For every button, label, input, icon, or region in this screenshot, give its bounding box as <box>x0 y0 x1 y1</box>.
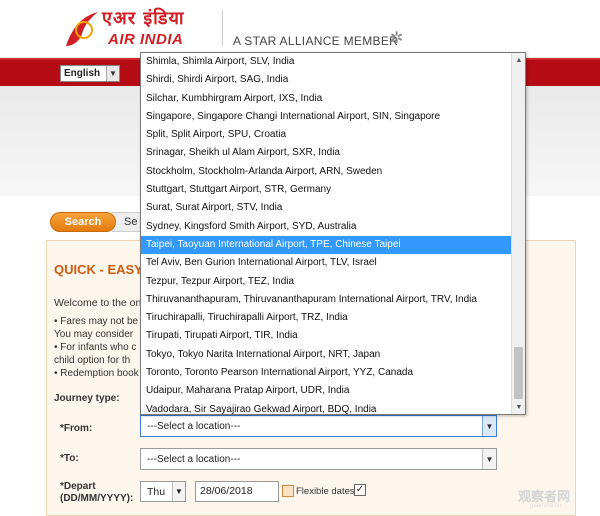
chevron-down-icon[interactable]: ▼ <box>106 66 119 81</box>
chevron-down-icon[interactable]: ▼ <box>482 416 496 436</box>
from-value: ---Select a location--- <box>147 420 241 432</box>
location-dropdown-list[interactable]: Shimla, Shimla Airport, SLV, India Shirdi… <box>140 52 526 415</box>
dropdown-option[interactable]: Tezpur, Tezpur Airport, TEZ, India <box>141 273 511 291</box>
from-label: *From: <box>60 423 93 434</box>
dropdown-option[interactable]: Toronto, Toronto Pearson International A… <box>141 364 511 382</box>
flexible-dates-label: Flexible dates: <box>296 486 358 497</box>
logo-text: AIR INDIA <box>108 31 184 48</box>
chevron-down-icon[interactable]: ▼ <box>482 449 496 469</box>
dropdown-option[interactable]: Tokyo, Tokyo Narita International Airpor… <box>141 346 511 364</box>
bullet-line: • Fares may not be <box>54 316 139 327</box>
dropdown-option[interactable]: Stockholm, Stockholm-Arlanda Airport, AR… <box>141 163 511 181</box>
dropdown-option[interactable]: Singapore, Singapore Changi Internationa… <box>141 108 511 126</box>
dropdown-option[interactable]: Thiruvananthapuram, Thiruvananthapuram I… <box>141 291 511 309</box>
star-alliance-icon: ✲ <box>390 30 404 47</box>
logo-hindi-text: एअर इंडिया <box>102 8 185 29</box>
depart-day-value: Thu <box>147 485 166 498</box>
scroll-down-icon[interactable]: ▼ <box>512 400 525 414</box>
dropdown-options: Shimla, Shimla Airport, SLV, India Shirdi… <box>141 53 511 414</box>
depart-format-label: (DD/MM/YYYY): <box>60 493 134 504</box>
alliance-text: A STAR ALLIANCE MEMBER <box>233 34 399 48</box>
site-header: एअर इंडिया AIR INDIA A STAR ALLIANCE MEM… <box>0 0 600 58</box>
dropdown-option[interactable]: Split, Split Airport, SPU, Croatia <box>141 126 511 144</box>
dropdown-option[interactable]: Stuttgart, Stuttgart Airport, STR, Germa… <box>141 181 511 199</box>
from-select[interactable]: ---Select a location--- ▼ <box>140 415 497 437</box>
dropdown-option[interactable]: Tel Aviv, Ben Gurion International Airpo… <box>141 254 511 272</box>
watermark-sub: guancha.cn <box>530 503 562 509</box>
bullet-line: child option for th <box>54 355 131 366</box>
bullet-line: • Redemption book <box>54 368 139 379</box>
calendar-icon[interactable] <box>282 485 294 497</box>
swan-logo-icon <box>66 12 98 46</box>
depart-label: *Depart <box>60 481 96 492</box>
header-divider <box>222 10 223 46</box>
language-select[interactable]: English ▼ <box>60 65 120 82</box>
dropdown-option[interactable]: Shirdi, Shirdi Airport, SAG, India <box>141 71 511 89</box>
dropdown-option[interactable]: Vadodara, Sir Sayajirao Gekwad Airport, … <box>141 401 511 414</box>
flexible-dates-checkbox[interactable]: ✓ <box>354 484 366 496</box>
info-bullets: • Fares may not be You may consider • Fo… <box>54 315 139 380</box>
bullet-line: You may consider <box>54 329 134 340</box>
dropdown-scrollbar[interactable]: ▲ ▼ <box>511 53 525 414</box>
to-select[interactable]: ---Select a location--- ▼ <box>140 448 497 470</box>
air-india-logo[interactable]: एअर इंडिया AIR INDIA <box>62 4 212 54</box>
scrollbar-thumb[interactable] <box>514 347 523 399</box>
scroll-up-icon[interactable]: ▲ <box>512 53 525 67</box>
dropdown-option[interactable]: Shimla, Shimla Airport, SLV, India <box>141 53 511 71</box>
dropdown-option[interactable]: Sydney, Kingsford Smith Airport, SYD, Au… <box>141 218 511 236</box>
dropdown-option[interactable]: Srinagar, Sheikh ul Alam Airport, SXR, I… <box>141 144 511 162</box>
bullet-line: • For infants who c <box>54 342 137 353</box>
panel-title: QUICK - EASY <box>54 262 143 277</box>
depart-day-select[interactable]: Thu ▼ <box>140 481 186 502</box>
depart-date-input[interactable]: 28/06/2018 <box>195 481 279 502</box>
dropdown-option[interactable]: Taipei, Taoyuan International Airport, T… <box>141 235 511 255</box>
dropdown-option[interactable]: Surat, Surat Airport, STV, India <box>141 199 511 217</box>
to-label: *To: <box>60 453 79 464</box>
journey-type-label: Journey type: <box>54 393 120 404</box>
booking-steps: Se Search <box>50 212 152 232</box>
language-value: English <box>64 68 101 79</box>
dropdown-option[interactable]: Tiruchirapalli, Tiruchirapalli Airport, … <box>141 309 511 327</box>
to-value: ---Select a location--- <box>147 453 241 465</box>
step-search[interactable]: Search <box>50 212 116 232</box>
dropdown-option[interactable]: Tirupati, Tirupati Airport, TIR, India <box>141 327 511 345</box>
dropdown-option[interactable]: Silchar, Kumbhirgram Airport, IXS, India <box>141 90 511 108</box>
chevron-down-icon[interactable]: ▼ <box>172 482 185 501</box>
dropdown-option[interactable]: Udaipur, Maharana Pratap Airport, UDR, I… <box>141 382 511 400</box>
welcome-text: Welcome to the onl <box>54 297 144 309</box>
